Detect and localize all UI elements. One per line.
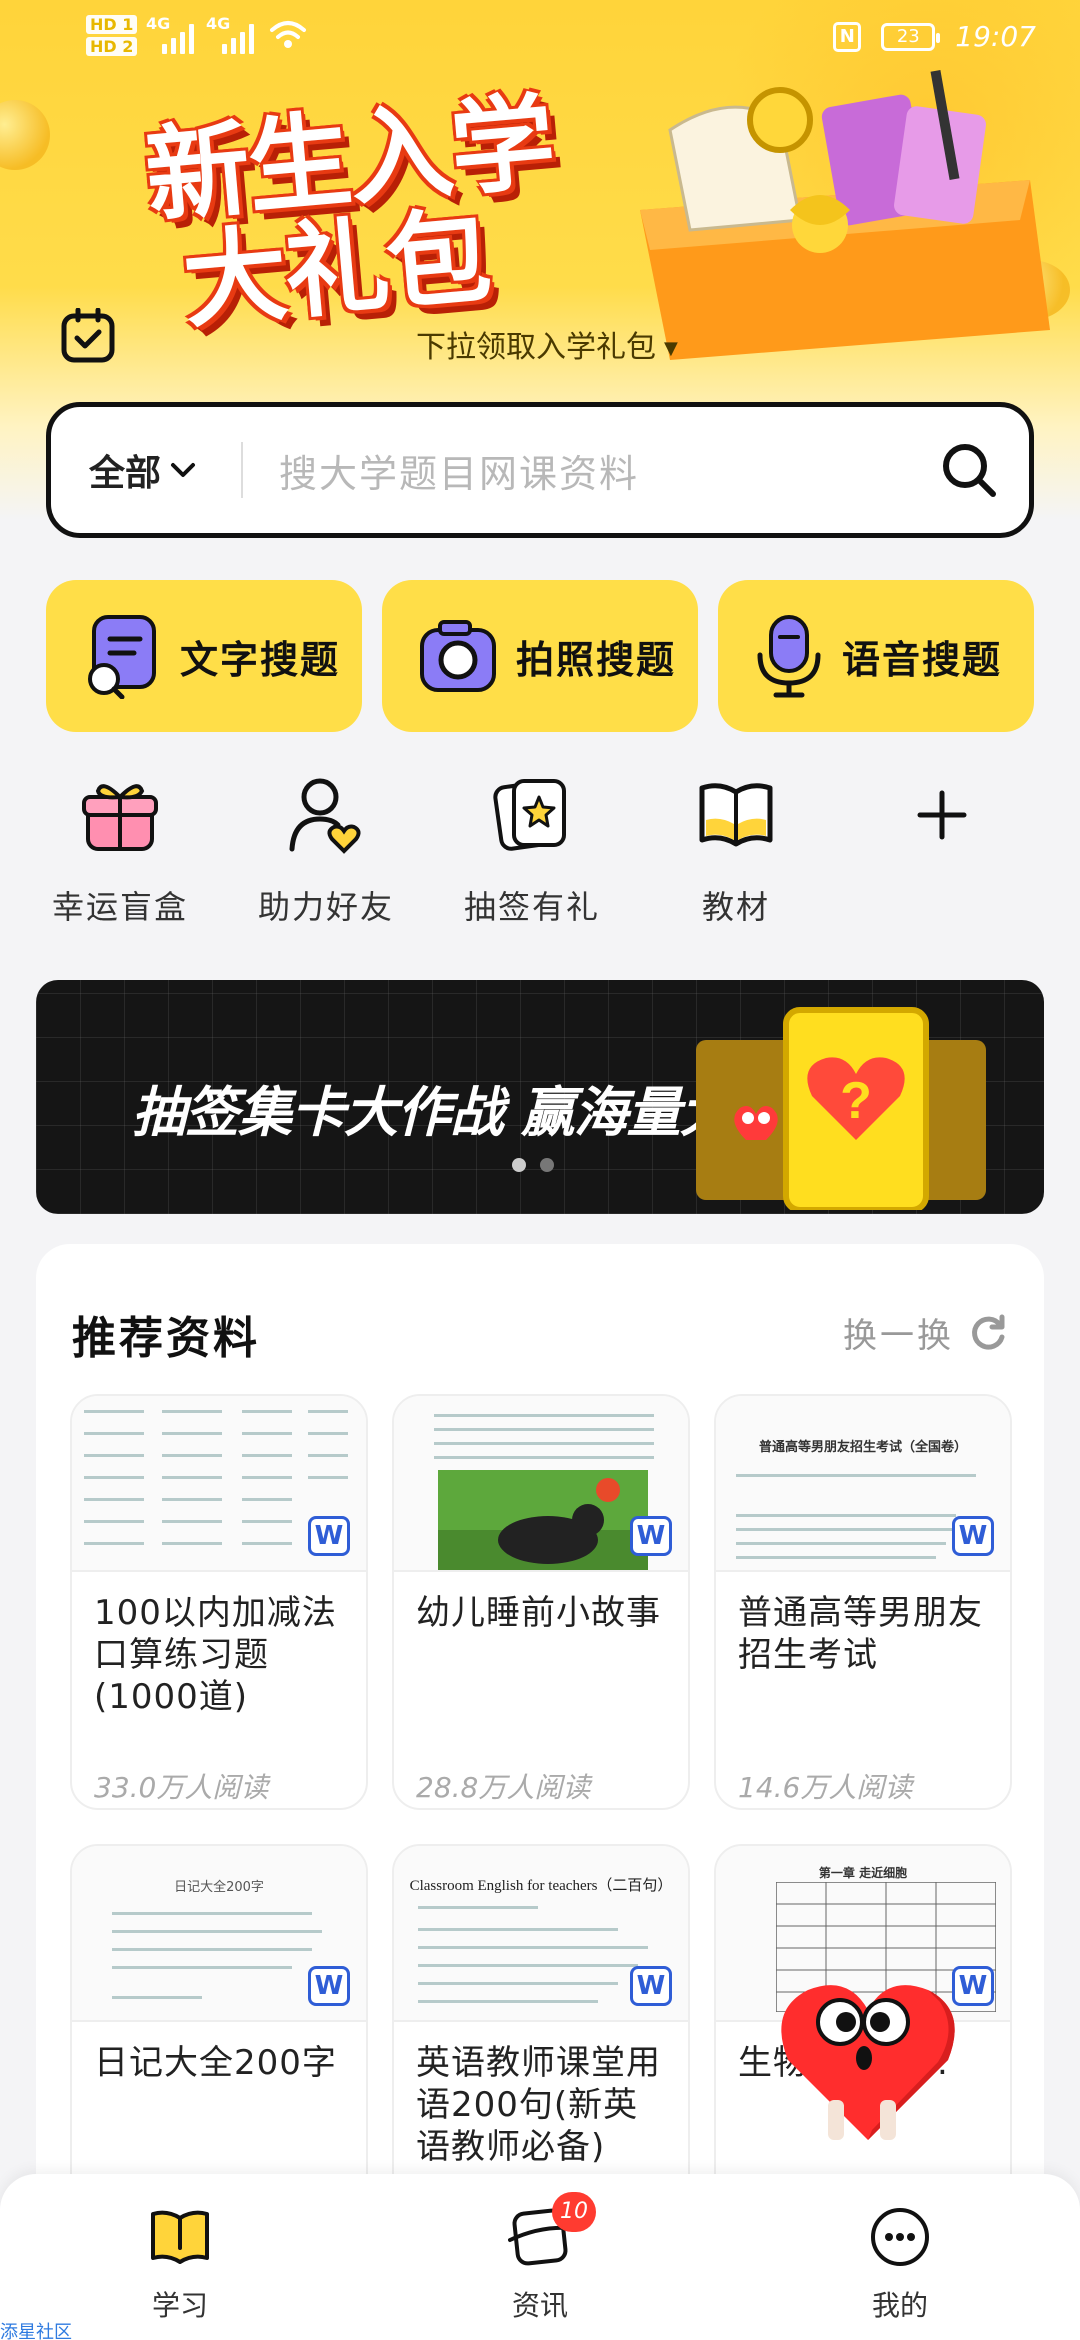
thumb-heading: Classroom English for teachers（二百句） (409, 1878, 673, 1894)
promo-title: 新生入学 大礼包 (141, 81, 566, 343)
camera-icon (420, 620, 496, 692)
doc-title: 普通高等男朋友招生考试 (738, 1593, 983, 1675)
word-doc-icon: W (630, 1516, 672, 1556)
story-illustration (438, 1470, 648, 1570)
voice-search-label: 语音搜题 (842, 637, 1003, 682)
book-icon (699, 783, 773, 847)
pull-tip-text: 下拉领取入学礼包 (416, 330, 656, 365)
shortcut-more[interactable] (842, 770, 1042, 882)
doc-read-count: 33.0万人阅读 (94, 1771, 269, 1804)
tab-me-label: 我的 (871, 2289, 928, 2322)
signal-icon (162, 20, 194, 54)
shortcut-draw-gift[interactable]: 抽签有礼 (432, 770, 632, 928)
word-doc-icon: W (308, 1966, 350, 2006)
clock: 19:07 (955, 20, 1036, 53)
page-dot (540, 1158, 554, 1172)
book-open-icon (151, 2210, 209, 2264)
shortcut-help-friend[interactable]: 助力好友 (226, 770, 426, 928)
thumb-heading: 日记大全200字 (174, 1880, 264, 1895)
tab-me[interactable]: 我的 (820, 2204, 980, 2324)
text-search-label: 文字搜题 (180, 637, 341, 682)
word-doc-icon: W (308, 1516, 350, 1556)
battery-level: 23 (896, 25, 920, 47)
mystery-card-illustration: ? (696, 1007, 986, 1210)
user-heart-icon (289, 778, 361, 854)
doc-thumbnail: W (394, 1396, 688, 1572)
doc-title: 100以内加减法口算练习题(1000道) (94, 1593, 337, 1717)
promo-banner[interactable]: 抽签集卡大作战 赢海量大奖 ? (36, 980, 1044, 1214)
news-badge: 10 (552, 2192, 596, 2232)
watermark: 添星社区 (0, 2322, 72, 2340)
search-scope-dropdown[interactable]: 全部 (51, 444, 241, 496)
search-icon (943, 444, 996, 497)
search-input[interactable]: 搜大学题目网课资料 (243, 443, 909, 498)
status-bar: HD 1 HD 2 4G 4G N 23 19:07 (0, 0, 1080, 80)
photo-search-button[interactable]: 拍照搜题 (382, 580, 698, 732)
sim-indicators: HD 1 HD 2 (86, 14, 141, 58)
shortcut-textbook-label: 教材 (701, 888, 770, 926)
profile-face-icon (871, 2208, 929, 2266)
search-button[interactable] (909, 440, 1029, 500)
doc-thumbnail: Classroom English for teachers（二百句） W (394, 1846, 688, 2022)
shortcut-draw-gift-label: 抽签有礼 (463, 888, 600, 926)
battery-icon: 23 (881, 22, 941, 51)
tab-study[interactable]: 学习 (100, 2204, 260, 2324)
plus-icon (917, 790, 967, 840)
nfc-icon: N (833, 21, 862, 52)
shortcut-lucky-box[interactable]: 幸运盲盒 (20, 770, 220, 928)
sim1-label: HD 1 (86, 15, 138, 34)
doc-thumbnail: 日记大全200字 W (72, 1846, 366, 2022)
calendar-check-icon[interactable] (60, 308, 116, 364)
word-doc-icon: W (630, 1966, 672, 2006)
text-search-icon (88, 615, 156, 699)
voice-search-button[interactable]: 语音搜题 (718, 580, 1034, 732)
doc-thumbnail: 普通高等男朋友招生考试（全国卷） W (716, 1396, 1010, 1572)
pull-down-tip[interactable]: 下拉领取入学礼包 ▼ (416, 322, 678, 366)
banner-pagination (512, 1158, 554, 1172)
quick-search-row: 文字搜题 拍照搜题 语音搜题 (46, 580, 1034, 732)
heart-mascot-floating[interactable] (768, 1950, 1008, 2150)
page-dot (512, 1158, 526, 1172)
coin-decoration (0, 100, 50, 170)
doc-card[interactable]: 普通高等男朋友招生考试（全国卷） W 普通高等男朋友招生考试 14.6万人阅读 (714, 1394, 1012, 1810)
photo-search-label: 拍照搜题 (516, 637, 677, 682)
tab-news[interactable]: 10 资讯 (460, 2192, 620, 2324)
microphone-icon (757, 615, 821, 698)
refresh-label: 换一换 (843, 1316, 954, 1356)
triangle-down-icon: ▼ (664, 338, 678, 359)
doc-read-count: 28.8万人阅读 (416, 1771, 591, 1804)
doc-card[interactable]: W 100以内加减法口算练习题(1000道) 33.0万人阅读 (70, 1394, 368, 1810)
shortcut-lucky-box-label: 幸运盲盒 (51, 888, 188, 926)
text-search-button[interactable]: 文字搜题 (46, 580, 362, 732)
shortcut-textbook[interactable]: 教材 (636, 770, 836, 928)
word-doc-icon: W (952, 1516, 994, 1556)
refresh-icon (972, 1314, 1005, 1350)
chevron-down-icon (171, 463, 196, 477)
doc-title: 日记大全200字 (94, 2043, 337, 2083)
status-right: N 23 19:07 (833, 20, 1036, 53)
refresh-button[interactable]: 换一换 (843, 1308, 1008, 1357)
svg-text:?: ? (840, 1072, 872, 1130)
doc-read-count: 14.6万人阅读 (738, 1771, 913, 1804)
doc-card[interactable]: W 幼儿睡前小故事 28.8万人阅读 (392, 1394, 690, 1810)
tab-news-label: 资讯 (511, 2289, 568, 2322)
thumb-heading: 第一章 走近细胞 (818, 1866, 908, 1880)
doc-thumbnail: W (72, 1396, 366, 1572)
search-scope-label: 全部 (89, 453, 162, 494)
section-title: 推荐资料 (72, 1313, 260, 1364)
search-bar[interactable]: 全部 搜大学题目网课资料 (46, 402, 1034, 538)
gift-box-icon (82, 784, 158, 851)
doc-title: 英语教师课堂用语200句(新英语教师必备) (416, 2043, 661, 2167)
star-card-icon (493, 779, 566, 851)
shortcut-grid: 幸运盲盒 助力好友 抽签有礼 教材 (0, 770, 1080, 940)
bottom-tab-bar: 学习 10 资讯 我的 (0, 2174, 1080, 2340)
wifi-icon (270, 21, 306, 48)
thumb-heading: 普通高等男朋友招生考试（全国卷） (758, 1440, 967, 1455)
sim2-label: HD 2 (86, 37, 138, 56)
doc-title: 幼儿睡前小故事 (416, 1593, 661, 1633)
tab-study-label: 学习 (151, 2289, 208, 2322)
shortcut-help-friend-label: 助力好友 (257, 888, 394, 926)
gift-box-illustration (640, 69, 1050, 360)
signal-icon (222, 20, 254, 54)
